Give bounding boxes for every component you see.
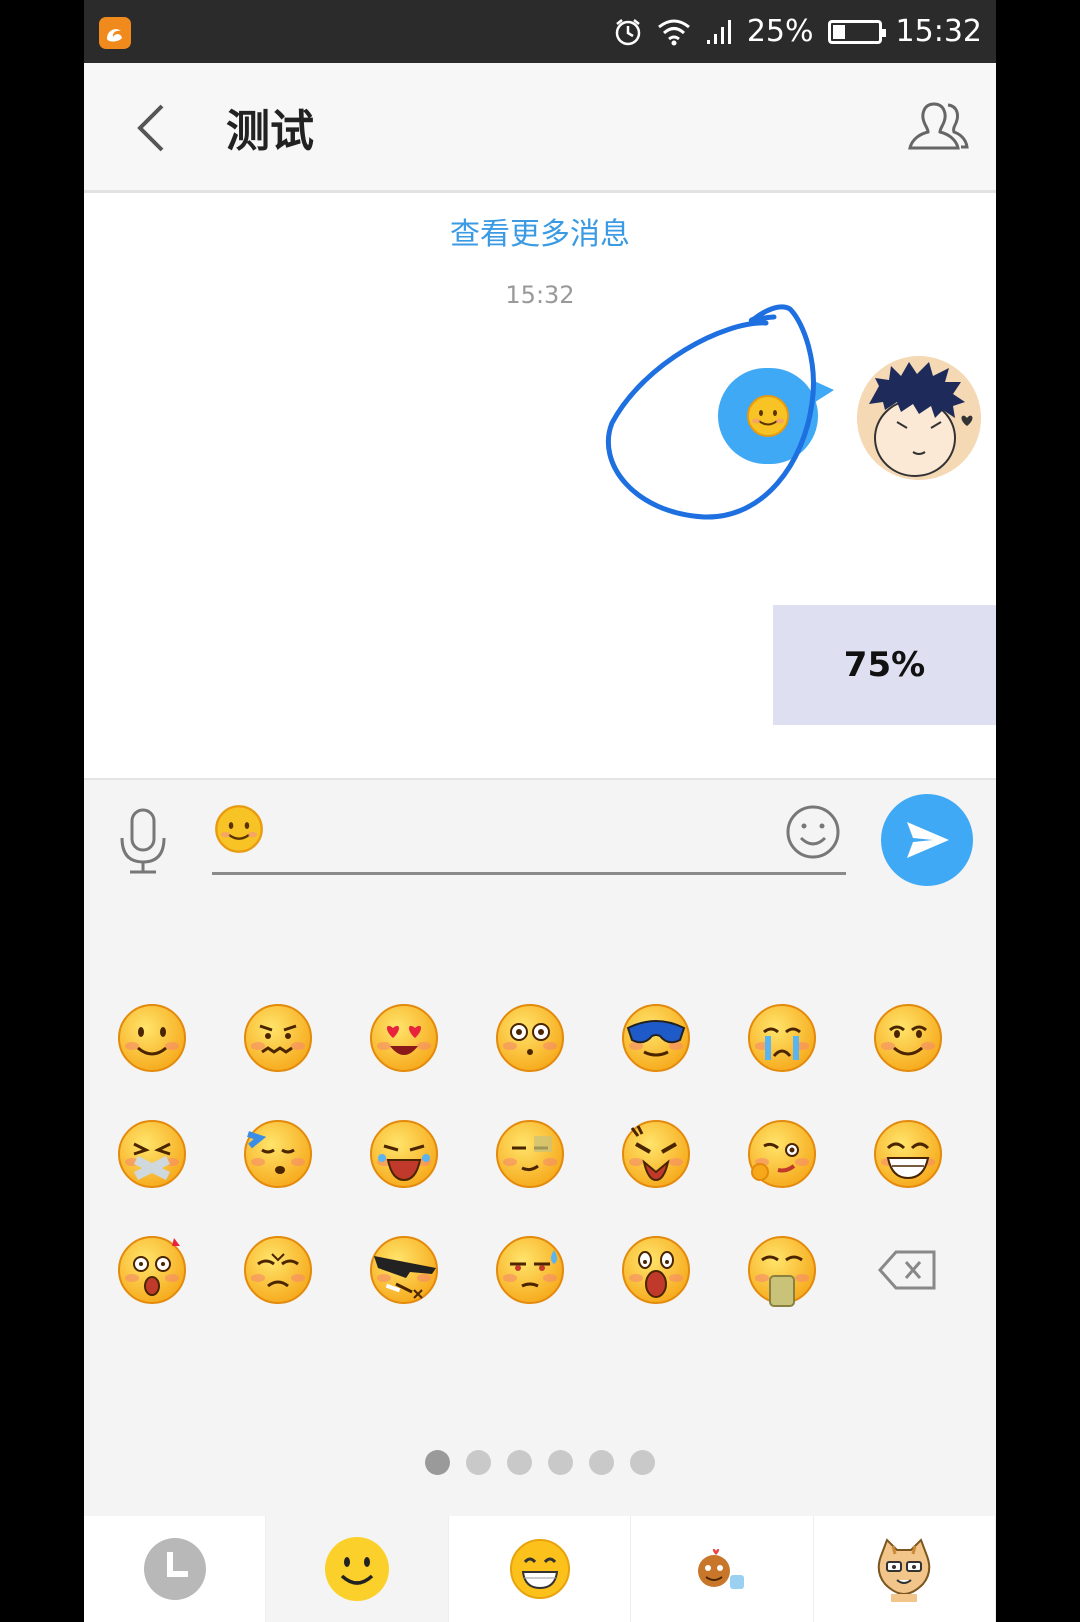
back-button[interactable]: [124, 98, 184, 158]
battery-percent: 25%: [746, 14, 814, 49]
tab-cat[interactable]: [813, 1516, 996, 1622]
members-button[interactable]: [904, 96, 970, 156]
cat-sticker-icon: [878, 1538, 931, 1602]
progress-indicator: 75%: [773, 605, 996, 725]
animated-sticker-icon: [697, 1548, 744, 1589]
status-right: 25% 15:32: [613, 0, 982, 63]
tab-emoji[interactable]: [448, 1516, 632, 1622]
emoji-big-grin-icon[interactable]: [870, 1116, 946, 1192]
classic-smiley-icon: [325, 1537, 390, 1601]
page-dot[interactable]: [507, 1450, 532, 1475]
signal-icon: [706, 19, 731, 44]
page-title: 测试: [226, 106, 314, 157]
tab-classic[interactable]: [266, 1516, 449, 1622]
tab-animated[interactable]: [631, 1516, 814, 1622]
emoji-sleepy-icon[interactable]: [240, 1116, 316, 1192]
emoji-scream-icon[interactable]: [618, 1232, 694, 1308]
battery-icon: [827, 19, 886, 44]
emoji-vomit-icon[interactable]: [744, 1232, 820, 1308]
input-bar: [84, 778, 996, 900]
emoji-crying-icon[interactable]: [744, 1000, 820, 1076]
emoji-tabs: [84, 1516, 996, 1622]
backspace-icon: [877, 1250, 936, 1290]
emoji-angry-icon[interactable]: [618, 1116, 694, 1192]
delete-key-button[interactable]: [877, 1248, 938, 1292]
page-dot[interactable]: [548, 1450, 573, 1475]
emoji-bawling-icon[interactable]: [366, 1116, 442, 1192]
emoji-shy-grin-icon[interactable]: [870, 1000, 946, 1076]
microphone-icon: [120, 808, 166, 874]
annotation-circle: [605, 304, 816, 520]
emoji-worried-icon[interactable]: [240, 1000, 316, 1076]
emoji-shut-mouth-icon[interactable]: [114, 1116, 190, 1192]
page-dot[interactable]: [630, 1450, 655, 1475]
uc-browser-icon: [99, 17, 131, 49]
emoji-sweat-squint-icon[interactable]: [492, 1116, 568, 1192]
page-dot[interactable]: [425, 1450, 450, 1475]
page-indicator: [84, 1450, 996, 1475]
group-icon: [908, 102, 969, 150]
voice-button[interactable]: [116, 806, 170, 876]
status-bar: 25% 15:32: [84, 0, 996, 63]
emoji-cold-sweat-icon[interactable]: [492, 1232, 568, 1308]
emoji-surprised-icon[interactable]: [492, 1000, 568, 1076]
paper-plane-icon: [907, 822, 949, 858]
load-more-link[interactable]: 查看更多消息: [84, 209, 996, 253]
clock-icon: [143, 1538, 206, 1600]
message-input[interactable]: [212, 798, 846, 875]
clock: 15:32: [895, 14, 982, 49]
emoji-cool-sunglasses-icon[interactable]: [618, 1000, 694, 1076]
emoji-heart-eyes-icon[interactable]: [366, 1000, 442, 1076]
page-dot[interactable]: [589, 1450, 614, 1475]
alarm-icon: [615, 18, 641, 45]
emoji-hehe-sunglasses-icon[interactable]: [366, 1232, 442, 1308]
title-bar: 测试: [84, 63, 996, 193]
emoji-upset-icon[interactable]: [240, 1232, 316, 1308]
chat-area: 查看更多消息 15:32 75%: [84, 193, 996, 778]
grin-emoji-icon: [509, 1539, 570, 1599]
emoji-toggle-button[interactable]: [785, 804, 841, 860]
message-timestamp: 15:32: [505, 281, 575, 309]
page-dot[interactable]: [466, 1450, 491, 1475]
smiley-outline-icon: [786, 805, 840, 859]
emoji-thinking-wink-icon[interactable]: [744, 1116, 820, 1192]
avatar[interactable]: [857, 356, 981, 480]
tab-recent[interactable]: [84, 1516, 267, 1622]
emoji-smile-icon[interactable]: [114, 1000, 190, 1076]
smile-emoji-icon: [215, 805, 263, 853]
send-button[interactable]: [881, 794, 973, 886]
wifi-icon: [657, 19, 690, 45]
chat-screen: 25% 15:32 测试 查看更多消息 15:32 75%: [84, 0, 996, 1622]
chevron-left-icon: [137, 104, 164, 152]
emoji-shocked-icon[interactable]: [114, 1232, 190, 1308]
